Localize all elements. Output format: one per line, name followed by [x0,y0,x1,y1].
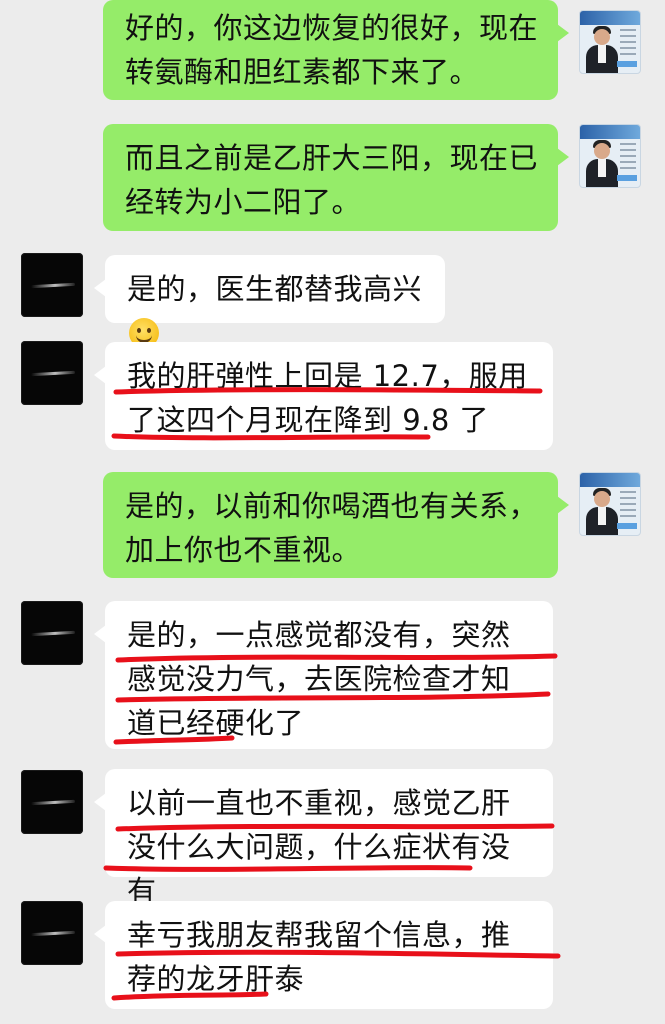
message-bubble[interactable]: 而且之前是乙肝大三阳，现在已经转为小二阳了。 [103,124,569,231]
message-text: 我的肝弹性上回是 12.7，服用了这四个月现在降到 9.8 了 [127,359,528,437]
chat-window: 好的，你这边恢复的很好，现在转氨酶和胆红素都下来了。 而且之前是乙肝大三阳，现在… [0,0,665,1024]
message-bubble[interactable]: 好的，你这边恢复的很好，现在转氨酶和胆红素都下来了。 [103,0,569,100]
message-text: 幸亏我朋友帮我留个信息，推荐的龙牙肝泰 [127,918,511,996]
dark-avatar[interactable] [21,901,83,965]
message-bubble[interactable]: 我的肝弹性上回是 12.7，服用了这四个月现在降到 9.8 了 [94,342,553,450]
doctor-avatar[interactable] [579,472,641,536]
doctor-avatar[interactable] [579,10,641,74]
message-bubble[interactable]: 是的，医生都替我高兴 [94,255,445,348]
dark-avatar[interactable] [21,341,83,405]
dark-avatar[interactable] [21,253,83,317]
dark-avatar[interactable] [21,601,83,665]
message-bubble[interactable]: 是的，以前和你喝酒也有关系，加上你也不重视。 [103,472,569,578]
message-bubble[interactable]: 以前一直也不重视，感觉乙肝没什么大问题，什么症状有没有 [94,769,553,908]
message-text: 而且之前是乙肝大三阳，现在已经转为小二阳了。 [125,141,539,219]
message-text: 是的，医生都替我高兴 [127,272,423,306]
message-bubble[interactable]: 是的，一点感觉都没有，突然感觉没力气，去医院检查才知道已经硬化了 [94,601,553,749]
message-text: 是的，以前和你喝酒也有关系，加上你也不重视。 [125,489,539,567]
doctor-avatar[interactable] [579,124,641,188]
dark-avatar[interactable] [21,770,83,834]
message-text: 是的，一点感觉都没有，突然感觉没力气，去医院检查才知道已经硬化了 [127,618,511,740]
message-text: 以前一直也不重视，感觉乙肝没什么大问题，什么症状有没有 [127,786,511,908]
message-bubble[interactable]: 幸亏我朋友帮我留个信息，推荐的龙牙肝泰 [94,901,553,1009]
message-text: 好的，你这边恢复的很好，现在转氨酶和胆红素都下来了。 [125,11,539,89]
